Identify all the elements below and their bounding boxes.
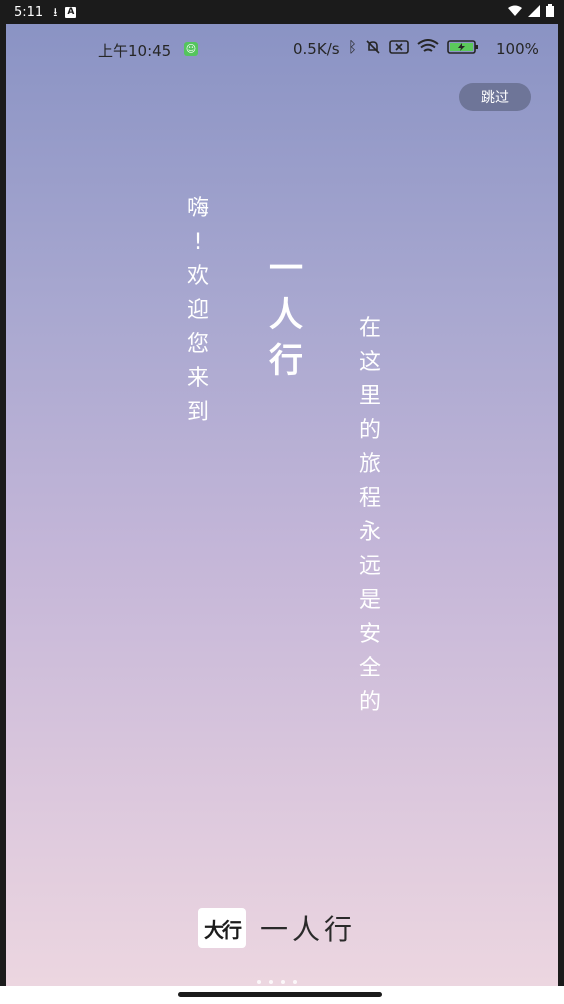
slogan-text: 在 这 里 的 旅 程 永 远 是 安 全 的 (355, 312, 385, 720)
page-dot[interactable] (257, 980, 261, 984)
splash-screen[interactable]: 上午10:45 ☺ 0.5K/s ᛒ 100% 跳过 嗨 ! 欢 迎 您 来 到… (6, 24, 558, 986)
wifi-icon (508, 5, 522, 16)
download-icon: ⭳ (53, 5, 58, 19)
battery-charging-icon (447, 40, 479, 54)
slogan-char: 里 (358, 384, 381, 409)
slogan-char: 是 (358, 588, 381, 613)
page-dot[interactable] (269, 980, 273, 984)
greeting-text: 嗨 ! 欢 迎 您 来 到 (183, 192, 213, 430)
page-dot[interactable] (293, 980, 297, 984)
mute-icon (366, 40, 380, 54)
slogan-char: 的 (358, 690, 381, 715)
skip-button[interactable]: 跳过 (459, 83, 531, 111)
slogan-char: 全 (358, 656, 381, 681)
network-speed: 0.5K/s (293, 40, 340, 58)
wechat-icon: ☺ (184, 42, 198, 56)
slogan-char: 旅 (358, 452, 381, 477)
home-indicator[interactable] (178, 992, 382, 997)
greeting-char: 迎 (186, 298, 209, 323)
system-time: 5:11 (14, 4, 44, 20)
slogan-char: 远 (358, 554, 381, 579)
page-indicator (257, 980, 297, 984)
wifi-icon (417, 39, 439, 52)
title-char: 行 (269, 341, 303, 381)
slogan-char: 安 (358, 622, 381, 647)
slogan-char: 永 (358, 520, 381, 545)
gesture-nav-bar (0, 986, 564, 1004)
slogan-char: 程 (358, 486, 381, 511)
page-dot[interactable] (281, 980, 285, 984)
brand-name: 一人行 (260, 913, 357, 946)
inner-time: 上午10:45 (98, 42, 172, 60)
system-status-bar: 5:11 ⭳ A (0, 0, 564, 24)
app-logo: 大行 (198, 908, 246, 948)
greeting-char: ! (193, 230, 203, 255)
greeting-char: 嗨 (186, 196, 209, 221)
cell-signal-icon (528, 4, 540, 17)
slogan-char: 的 (358, 418, 381, 443)
slogan-char: 在 (358, 316, 381, 341)
greeting-char: 到 (186, 400, 209, 425)
title-char: 一 (269, 249, 303, 289)
title-char: 人 (269, 295, 303, 335)
battery-percent: 100% (496, 40, 539, 58)
greeting-char: 您 (186, 332, 209, 357)
app-notification-icon: A (65, 6, 77, 18)
brand-logo-row: 大行 一人行 (198, 908, 356, 948)
greeting-char: 来 (186, 366, 209, 391)
bluetooth-icon: ᛒ (348, 38, 358, 56)
no-sim-icon (389, 40, 409, 54)
slogan-char: 这 (358, 350, 381, 375)
app-title: 一 人 行 (261, 246, 311, 384)
app-screenshot-status-bar: 上午10:45 ☺ 0.5K/s ᛒ 100% (6, 34, 558, 64)
greeting-char: 欢 (186, 264, 209, 289)
battery-icon (546, 4, 554, 17)
